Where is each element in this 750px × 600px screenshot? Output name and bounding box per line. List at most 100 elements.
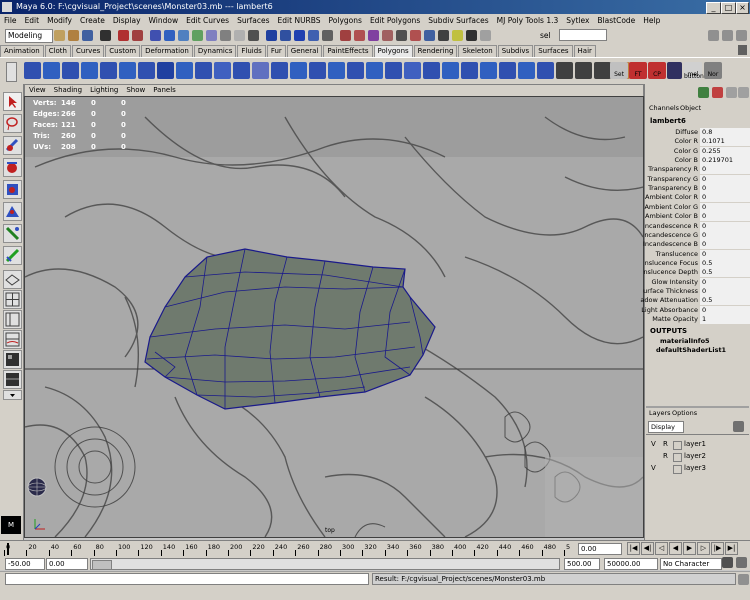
ipr-render-icon[interactable] [368, 30, 379, 41]
menu-blastcode[interactable]: BlastCode [593, 14, 639, 27]
channel-value[interactable]: 0 [700, 212, 750, 222]
mask-joints-icon[interactable] [164, 30, 175, 41]
create-layer-icon[interactable] [733, 421, 744, 432]
play-backwards-button[interactable]: ◀ [669, 542, 682, 555]
step-forward-key-button[interactable]: |▶ [711, 542, 724, 555]
channel-value[interactable]: 1 [700, 315, 750, 324]
mirror-icon[interactable] [442, 62, 459, 79]
soften-edge-icon[interactable] [537, 62, 554, 79]
shelf-tab-rendering[interactable]: Rendering [413, 45, 458, 57]
cp-button-icon[interactable]: CP [648, 62, 666, 79]
tab-options[interactable]: Options [672, 409, 697, 417]
poly-cylinder-icon[interactable] [62, 62, 79, 79]
menu-edit-curves[interactable]: Edit Curves [182, 14, 233, 27]
shelf-tab-custom[interactable]: Custom [105, 45, 141, 57]
key-icon[interactable] [722, 557, 733, 568]
fill-hole-icon[interactable] [461, 62, 478, 79]
split-edge-ring-icon[interactable] [404, 62, 421, 79]
select-by-component-icon[interactable] [132, 30, 143, 41]
channel-value[interactable]: 0.8 [700, 128, 750, 137]
menu-display[interactable]: Display [109, 14, 145, 27]
maximize-button[interactable]: □ [721, 2, 736, 14]
end-time-field[interactable]: 50000.00 [604, 558, 658, 570]
layer-color-swatch[interactable] [673, 441, 682, 450]
extract-icon[interactable] [385, 62, 402, 79]
menu-edit-nurbs[interactable]: Edit NURBS [274, 14, 325, 27]
make-live-icon[interactable] [322, 30, 333, 41]
select-by-object-icon[interactable] [118, 30, 129, 41]
output-node[interactable]: defaultShaderList1 [656, 346, 726, 354]
playback-end-field[interactable]: 500.00 [564, 558, 600, 570]
display-icon[interactable] [410, 30, 421, 41]
merge-vertices-icon[interactable] [328, 62, 345, 79]
shelf-tab-cloth[interactable]: Cloth [44, 45, 71, 57]
clock-icon[interactable] [466, 30, 477, 41]
layout-persp-graph-hyper-icon[interactable] [3, 370, 22, 389]
layout-persp-graph-icon[interactable] [3, 330, 22, 349]
poly-prism-icon[interactable] [176, 62, 193, 79]
tab-layers[interactable]: Layers [649, 409, 671, 417]
animation-preferences-icon[interactable] [736, 557, 747, 568]
shelf-tab-skeleton[interactable]: Skeleton [458, 45, 497, 57]
channel-value[interactable]: 0 [700, 249, 750, 259]
input-field-toggle-icon[interactable] [396, 30, 407, 41]
layer-editor-icon[interactable] [712, 87, 723, 98]
channel-value[interactable]: 0.219701 [700, 156, 750, 166]
poly-plane-icon[interactable] [100, 62, 117, 79]
channel-row[interactable]: adow Attenuation 0.5 [640, 296, 750, 306]
layer-display-type-toggle[interactable]: R [663, 439, 668, 450]
mask-curves-icon[interactable] [178, 30, 189, 41]
append-poly-icon[interactable] [309, 62, 326, 79]
split-poly-icon[interactable] [271, 62, 288, 79]
menu-polygons[interactable]: Polygons [325, 14, 366, 27]
layer-color-swatch[interactable] [673, 453, 682, 462]
mask-rendering-icon[interactable] [234, 30, 245, 41]
channel-row[interactable]: Color R 0.1071 [646, 137, 750, 147]
spherical-mapping-icon[interactable] [594, 62, 611, 79]
channel-row[interactable]: Transparency G0 [646, 174, 750, 184]
render-icon[interactable] [354, 30, 365, 41]
collapse-icon[interactable] [366, 62, 383, 79]
channel-value[interactable]: 0 [700, 202, 750, 212]
shelf-tab-polygons[interactable]: Polygons [373, 45, 413, 57]
triangulate-icon[interactable] [480, 62, 497, 79]
channel-value[interactable]: 0.5 [700, 296, 750, 306]
attribute-editor-icon[interactable] [726, 87, 737, 98]
poly-cube-icon[interactable] [43, 62, 60, 79]
reverse-normals-icon[interactable] [518, 62, 535, 79]
lasso-tool-icon[interactable] [3, 114, 22, 133]
render-globals-icon[interactable] [382, 30, 393, 41]
new-scene-icon[interactable] [54, 30, 65, 41]
quick-selection-field[interactable] [559, 29, 607, 41]
poly-soccer-ball-icon[interactable] [157, 62, 174, 79]
panel-menu-view[interactable]: View [25, 85, 50, 96]
poly-torus-icon[interactable] [119, 62, 136, 79]
channel-row[interactable]: Transparency B0 [646, 184, 750, 194]
channel-row[interactable]: Incandescence B0 [643, 240, 750, 250]
channel-row[interactable]: Transparency R0 [646, 165, 750, 175]
layout-hypershade-icon[interactable] [3, 350, 22, 369]
quadrangulate-icon[interactable] [499, 62, 516, 79]
snap-point-icon[interactable] [294, 30, 305, 41]
combine-icon[interactable] [233, 62, 250, 79]
layer-visibility-toggle[interactable]: V [651, 463, 656, 474]
tab-object[interactable]: Object [680, 104, 701, 112]
shortcut-icon[interactable] [452, 30, 463, 41]
playback-start-field[interactable]: 0.00 [46, 558, 88, 570]
layout-icon[interactable] [424, 30, 435, 41]
select-tool-icon[interactable] [3, 92, 22, 111]
menu-edit-polygons[interactable]: Edit Polygons [366, 14, 424, 27]
layer-display-type-toggle[interactable]: R [663, 451, 668, 462]
toolbox-expand-icon[interactable] [3, 390, 22, 400]
panel-splitter[interactable] [646, 406, 749, 408]
channel-row[interactable]: Diffuse 0.8 [646, 128, 750, 137]
snap-view-plane-icon[interactable] [308, 30, 319, 41]
layout-single-icon[interactable] [3, 270, 22, 289]
layer-row[interactable]: V Rlayer1 [648, 439, 748, 450]
wedge-face-icon[interactable] [423, 62, 440, 79]
menu-surfaces[interactable]: Surfaces [233, 14, 273, 27]
channel-row[interactable]: Glow Intensity 0 [646, 277, 750, 287]
ft-button-icon[interactable]: FT [629, 62, 647, 79]
start-time-field[interactable]: -50.00 [5, 558, 45, 570]
bevel-icon[interactable] [290, 62, 307, 79]
